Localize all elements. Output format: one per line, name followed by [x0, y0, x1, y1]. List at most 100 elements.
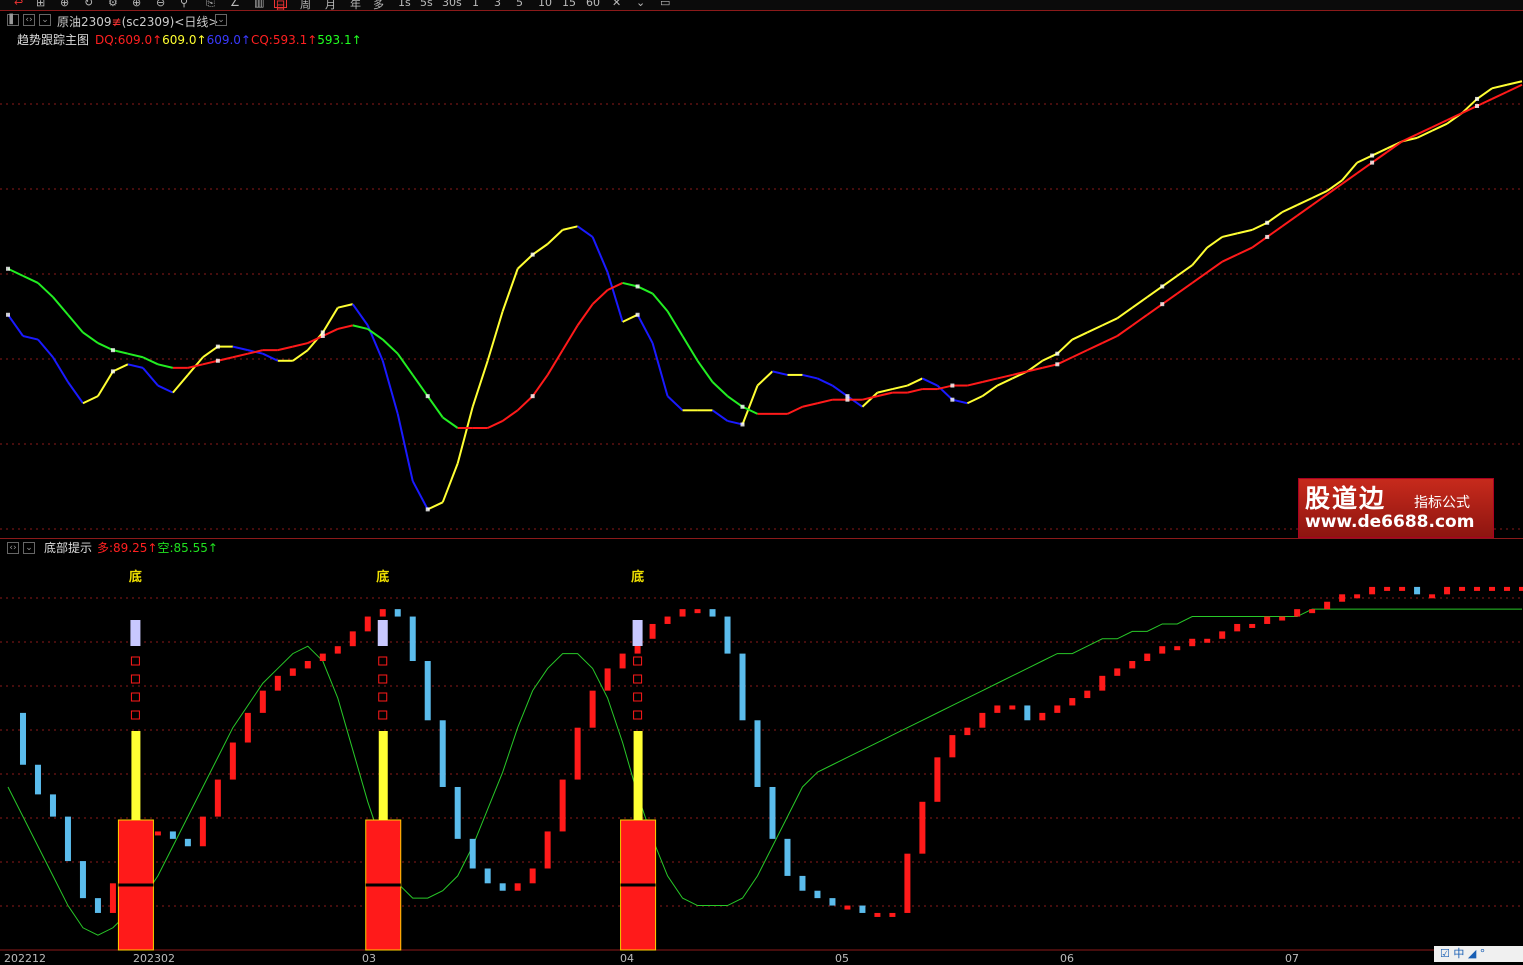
long-bar: [334, 646, 341, 654]
long-bar: [724, 616, 731, 654]
long-bar: [169, 831, 176, 839]
dq-point-marker: [6, 312, 10, 317]
cq-line-segment: [67, 314, 84, 334]
long-bar: [904, 853, 911, 913]
long-bar: [379, 609, 386, 617]
cq-line-segment: [1071, 349, 1088, 359]
long-bar: [34, 764, 41, 795]
long-bar: [259, 690, 266, 713]
dq-line-segment: [381, 360, 399, 415]
cq-line-segment: [1251, 236, 1268, 249]
long-bar: [1189, 638, 1196, 647]
long-bar: [619, 653, 626, 669]
long-bar: [1339, 594, 1346, 602]
cq-line-segment: [1356, 161, 1373, 175]
cq-line-segment: [277, 345, 294, 352]
long-bar: [604, 668, 611, 691]
long-bar: [184, 838, 191, 847]
long-bar: [1489, 586, 1496, 591]
dq-line-segment: [606, 272, 624, 323]
dq-line-segment: [337, 303, 354, 309]
cq-point-marker: [1055, 362, 1060, 367]
long-bar: [754, 720, 761, 787]
long-bar: [814, 890, 821, 899]
long-bar: [229, 742, 236, 780]
long-bar: [94, 898, 101, 913]
dq-line-segment: [877, 388, 893, 394]
ime-status-widget[interactable]: ☑ 中 ◢ °: [1434, 946, 1523, 962]
long-bar: [214, 779, 221, 817]
dq-point-marker: [215, 344, 220, 349]
cq-line-segment: [337, 324, 354, 330]
long-bar: [919, 801, 926, 854]
long-bar: [454, 786, 461, 839]
dq-line-segment: [546, 229, 564, 245]
cq-line-segment: [591, 289, 609, 305]
chart-canvas[interactable]: 底底底: [0, 0, 1523, 962]
cq-line-segment: [382, 338, 399, 355]
dq-point-marker: [740, 422, 745, 427]
cq-line-segment: [1491, 90, 1508, 100]
cq-line-segment: [232, 352, 249, 359]
long-bar: [1414, 586, 1421, 595]
signal-marker-square: [378, 674, 388, 684]
long-bar: [874, 912, 881, 917]
long-bar: [829, 898, 836, 906]
dq-line-segment: [1191, 246, 1208, 266]
watermark-logo: 股道边 指标公式 www.de6688.com: [1298, 478, 1494, 538]
long-bar: [889, 912, 896, 917]
long-bar: [199, 816, 206, 847]
x-axis-label: 06: [1060, 952, 1074, 965]
signal-yellow-bar: [131, 731, 141, 820]
cq-line-segment: [1281, 214, 1298, 228]
long-bar: [319, 653, 326, 662]
dq-line-segment: [1116, 306, 1133, 320]
dq-line-segment: [562, 225, 578, 231]
dq-line-segment: [396, 413, 414, 482]
dq-line-segment: [651, 342, 669, 397]
bottom-pane-title: 底部提示: [44, 541, 93, 555]
dq-line-segment: [486, 310, 504, 362]
long-bar: [49, 794, 56, 817]
signal-marker-square: [378, 692, 388, 702]
long-bar: [1324, 601, 1331, 610]
cq-line-segment: [561, 324, 579, 351]
chevron-down-icon[interactable]: ⌄: [23, 542, 35, 554]
long-bar: [1429, 594, 1436, 599]
cq-line-segment: [37, 282, 54, 298]
dq-line-segment: [351, 303, 369, 326]
cq-point-marker: [1265, 234, 1270, 239]
dq-line-segment: [1236, 228, 1253, 235]
dq-line-segment: [1491, 83, 1508, 90]
cq-line-segment: [352, 324, 368, 330]
expand-icon[interactable]: ‹›: [7, 542, 19, 554]
dq-line-segment: [817, 377, 833, 387]
signal-marker-square: [378, 710, 388, 720]
dq-line-segment: [471, 360, 489, 408]
long-bar: [1114, 668, 1121, 676]
dq-line-segment: [577, 225, 594, 238]
long-bar: [799, 875, 806, 891]
long-bar: [1054, 705, 1061, 713]
long-bar: [394, 609, 401, 617]
cq-line-segment: [112, 349, 129, 355]
long-bar: [484, 868, 491, 884]
dq-line-segment: [772, 370, 788, 376]
dq-line-segment: [1161, 275, 1178, 288]
cq-line-segment: [1086, 342, 1103, 352]
dq-line-segment: [501, 268, 519, 312]
long-bar: [154, 831, 161, 836]
long-bar: [289, 668, 296, 676]
cq-line-segment: [651, 292, 669, 312]
pane-divider[interactable]: [0, 538, 1523, 539]
dq-line-segment: [22, 335, 39, 341]
cq-line-segment: [1101, 335, 1118, 344]
cq-line-segment: [622, 281, 638, 288]
signal-yellow-bar: [633, 731, 643, 820]
dq-point-marker: [1265, 220, 1270, 225]
x-axis-label: 202302: [133, 952, 175, 965]
dq-point-marker: [425, 507, 430, 512]
signal-marker-square: [633, 674, 643, 684]
long-bar: [664, 616, 671, 624]
signal-marker-square: [130, 710, 140, 720]
